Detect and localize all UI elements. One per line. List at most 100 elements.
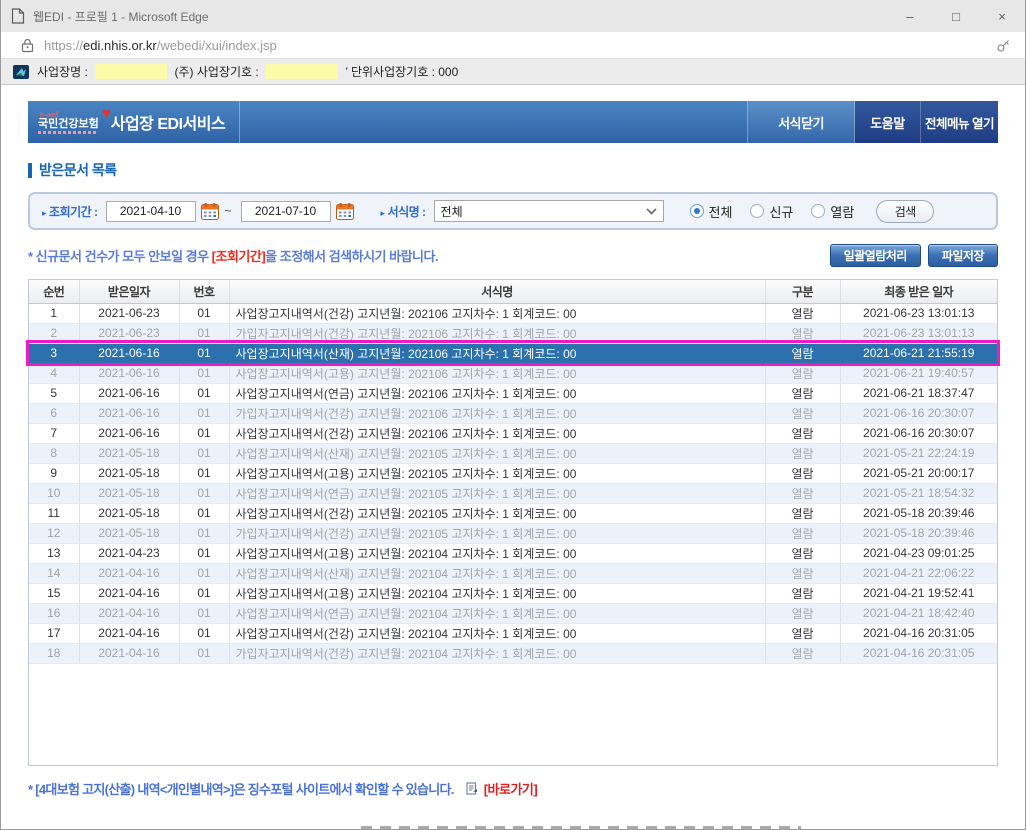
table-row[interactable]: 15 2021-04-16 01 사업장고지내역서(고용) 고지년월: 2021…: [29, 583, 997, 603]
cell-number: 01: [179, 563, 229, 583]
table-row[interactable]: 3 2021-06-16 01 사업장고지내역서(산재) 고지년월: 20210…: [29, 343, 997, 363]
cell-received-date: 2021-04-16: [79, 583, 179, 603]
cell-status: 열람: [765, 503, 840, 523]
maximize-button[interactable]: □: [933, 0, 979, 32]
footer-notice-text: * [4대보험 고지(산출) 내역<개인별내역>]은 징수포털 사이트에서 확인…: [28, 779, 454, 798]
batch-read-button[interactable]: 일괄열람처리: [830, 244, 921, 267]
cell-number: 01: [179, 443, 229, 463]
cell-number: 01: [179, 423, 229, 443]
full-menu-button[interactable]: 전체메뉴 열기: [921, 101, 998, 143]
file-save-button[interactable]: 파일저장: [928, 244, 998, 267]
cell-form-name: 사업장고지내역서(고용) 고지년월: 202104 고지차수: 1 회계코드: …: [229, 543, 765, 563]
cell-form-name: 가입자고지내역서(건강) 고지년월: 202105 고지차수: 1 회계코드: …: [229, 523, 765, 543]
cell-form-name: 가입자고지내역서(건강) 고지년월: 202106 고지차수: 1 회계코드: …: [229, 323, 765, 343]
document-icon: [11, 8, 25, 24]
table-row[interactable]: 6 2021-06-16 01 가입자고지내역서(건강) 고지년월: 20210…: [29, 403, 997, 423]
table-row[interactable]: 16 2021-04-16 01 사업장고지내역서(연금) 고지년월: 2021…: [29, 603, 997, 623]
cell-received-date: 2021-04-16: [79, 643, 179, 663]
cell-received-date: 2021-06-23: [79, 303, 179, 323]
column-header-number: 번호: [179, 280, 229, 303]
table-row[interactable]: 11 2021-05-18 01 사업장고지내역서(건강) 고지년월: 2021…: [29, 503, 997, 523]
cell-no: 2: [29, 323, 79, 343]
redacted-workplace-name: [95, 64, 167, 79]
section-title: 받은문서 목록: [28, 160, 998, 180]
table-row[interactable]: 10 2021-05-18 01 사업장고지내역서(연금) 고지년월: 2021…: [29, 483, 997, 503]
table-row[interactable]: 14 2021-04-16 01 사업장고지내역서(산재) 고지년월: 2021…: [29, 563, 997, 583]
cell-no: 12: [29, 523, 79, 543]
cell-last-received: 2021-05-18 20:39:46: [840, 523, 997, 543]
table-row[interactable]: 2 2021-06-23 01 가입자고지내역서(건강) 고지년월: 20210…: [29, 323, 997, 343]
calendar-icon-to[interactable]: [336, 203, 354, 220]
unit-code-label: 단위사업장기호 : 000: [351, 63, 458, 80]
date-to-input[interactable]: [241, 201, 331, 222]
table-row[interactable]: 12 2021-05-18 01 가입자고지내역서(건강) 고지년월: 2021…: [29, 523, 997, 543]
cell-no: 14: [29, 563, 79, 583]
cell-form-name: 사업장고지내역서(산재) 고지년월: 202106 고지차수: 1 회계코드: …: [229, 343, 765, 363]
cell-form-name: 사업장고지내역서(연금) 고지년월: 202106 고지차수: 1 회계코드: …: [229, 383, 765, 403]
cell-received-date: 2021-04-23: [79, 543, 179, 563]
cell-number: 01: [179, 463, 229, 483]
cell-number: 01: [179, 323, 229, 343]
footer-notice: * [4대보험 고지(산출) 내역<개인별내역>]은 징수포털 사이트에서 확인…: [28, 779, 998, 798]
key-icon[interactable]: [996, 38, 1011, 53]
shortcut-link[interactable]: [바로가기]: [484, 779, 538, 798]
cell-form-name: 사업장고지내역서(건강) 고지년월: 202105 고지차수: 1 회계코드: …: [229, 503, 765, 523]
url-bar[interactable]: https://edi.nhis.or.kr/webedi/xui/index.…: [1, 32, 1025, 59]
help-button[interactable]: 도움말: [855, 101, 921, 143]
cell-last-received: 2021-05-21 20:00:17: [840, 463, 997, 483]
period-label: ▸조회기간 :: [42, 203, 98, 220]
minimize-button[interactable]: –: [887, 0, 933, 32]
cell-status: 열람: [765, 643, 840, 663]
cell-last-received: 2021-04-16 20:31:05: [840, 643, 997, 663]
received-table-body: 1 2021-06-23 01 사업장고지내역서(건강) 고지년월: 20210…: [29, 303, 997, 663]
table-row[interactable]: 8 2021-05-18 01 사업장고지내역서(산재) 고지년월: 20210…: [29, 443, 997, 463]
close-button[interactable]: ×: [979, 0, 1025, 32]
radio-new[interactable]: 신규: [750, 202, 793, 221]
cell-no: 17: [29, 623, 79, 643]
date-from-input[interactable]: [106, 201, 196, 222]
calendar-icon-from[interactable]: [201, 203, 219, 220]
cell-no: 5: [29, 383, 79, 403]
cell-status: 열람: [765, 383, 840, 403]
radio-all[interactable]: 전체: [690, 202, 733, 221]
cell-form-name: 사업장고지내역서(고용) 고지년월: 202104 고지차수: 1 회계코드: …: [229, 583, 765, 603]
table-row[interactable]: 7 2021-06-16 01 사업장고지내역서(건강) 고지년월: 20210…: [29, 423, 997, 443]
cell-number: 01: [179, 363, 229, 383]
column-header-status: 구분: [765, 280, 840, 303]
radio-read[interactable]: 열람: [811, 202, 854, 221]
cell-received-date: 2021-06-16: [79, 363, 179, 383]
table-row[interactable]: 1 2021-06-23 01 사업장고지내역서(건강) 고지년월: 20210…: [29, 303, 997, 323]
close-form-button[interactable]: 서식닫기: [747, 101, 855, 143]
section-title-bar: [28, 163, 32, 178]
cell-last-received: 2021-06-16 20:30:07: [840, 423, 997, 443]
cell-received-date: 2021-06-16: [79, 403, 179, 423]
cell-received-date: 2021-06-16: [79, 343, 179, 363]
cell-number: 01: [179, 383, 229, 403]
lock-icon[interactable]: [21, 38, 34, 53]
clipped-bottom-text: [361, 826, 801, 829]
date-range-tilde: ~: [225, 204, 232, 218]
radio-dot-icon: [690, 204, 704, 218]
table-row[interactable]: 5 2021-06-16 01 사업장고지내역서(연금) 고지년월: 20210…: [29, 383, 997, 403]
search-button[interactable]: 검색: [876, 200, 934, 223]
table-row[interactable]: 9 2021-05-18 01 사업장고지내역서(고용) 고지년월: 20210…: [29, 463, 997, 483]
url-text[interactable]: https://edi.nhis.or.kr/webedi/xui/index.…: [44, 38, 996, 53]
table-row[interactable]: 17 2021-04-16 01 사업장고지내역서(건강) 고지년월: 2021…: [29, 623, 997, 643]
code-suffix: ’: [342, 65, 351, 79]
cell-no: 10: [29, 483, 79, 503]
workplace-suffix: (주): [171, 63, 197, 80]
cell-received-date: 2021-05-18: [79, 483, 179, 503]
cell-no: 15: [29, 583, 79, 603]
cell-status: 열람: [765, 443, 840, 463]
cell-status: 열람: [765, 343, 840, 363]
table-row[interactable]: 4 2021-06-16 01 사업장고지내역서(고용) 고지년월: 20210…: [29, 363, 997, 383]
search-panel: ▸조회기간 : ~ ▸서식명 : 전체 전체 신규 열람 검색: [28, 192, 998, 230]
cell-last-received: 2021-06-23 13:01:13: [840, 303, 997, 323]
table-row[interactable]: 13 2021-04-23 01 사업장고지내역서(고용) 고지년월: 2021…: [29, 543, 997, 563]
radio-dot-icon: [750, 204, 764, 218]
cell-last-received: 2021-04-16 20:31:05: [840, 623, 997, 643]
form-name-select[interactable]: 전체: [434, 200, 664, 222]
table-row[interactable]: 18 2021-04-16 01 가입자고지내역서(건강) 고지년월: 2021…: [29, 643, 997, 663]
notice-highlight: [조회기간]: [212, 249, 266, 264]
cell-form-name: 사업장고지내역서(연금) 고지년월: 202104 고지차수: 1 회계코드: …: [229, 603, 765, 623]
